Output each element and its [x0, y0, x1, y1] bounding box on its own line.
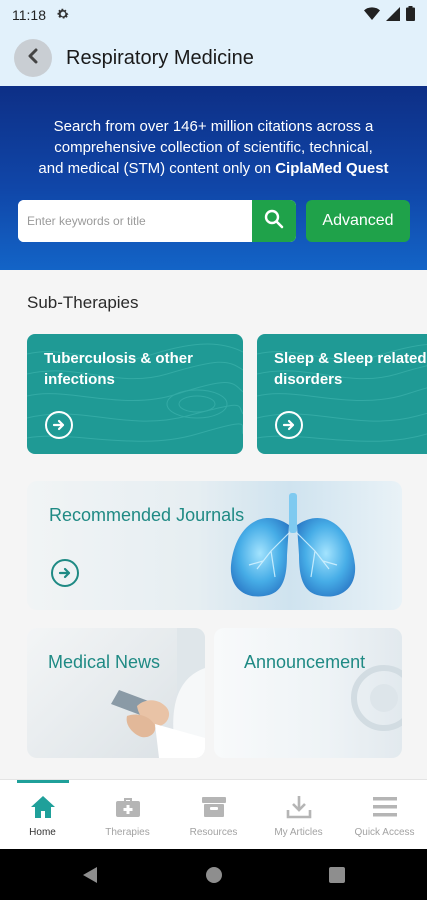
lungs-illustration: [230, 493, 356, 597]
tablet-hands-illustration: [111, 628, 205, 758]
nav-label: My Articles: [274, 827, 323, 838]
nav-label: Therapies: [105, 827, 150, 838]
nav-item-therapies[interactable]: Therapies: [85, 780, 170, 850]
search-input[interactable]: [18, 200, 252, 242]
hero-line-1: Search from over 146+ million citations …: [53, 118, 374, 135]
sub-therapies-carousel[interactable]: Tuberculosis & other infections Sleep & …: [27, 334, 427, 456]
chevron-left-icon: [26, 48, 40, 69]
archive-box-icon: [201, 793, 227, 821]
menu-icon: [372, 793, 398, 821]
announcement-card[interactable]: Announcement: [214, 628, 402, 758]
arrow-right-circle-icon[interactable]: [51, 559, 79, 587]
medical-news-label: Medical News: [48, 652, 161, 672]
medical-bag-icon: [115, 793, 141, 821]
page-title: Respiratory Medicine: [66, 46, 254, 69]
settings-gear-icon: [56, 7, 70, 24]
nav-item-home[interactable]: Home: [0, 780, 85, 850]
therapy-card-tuberculosis[interactable]: Tuberculosis & other infections: [27, 334, 243, 454]
hero-line-3-text: and medical (STM) content only on: [38, 160, 276, 177]
search-box: [18, 200, 296, 242]
arrow-right-circle-icon[interactable]: [45, 411, 73, 439]
nav-label: Quick Access: [354, 827, 415, 838]
download-icon: [286, 793, 312, 821]
back-triangle-icon[interactable]: [82, 866, 98, 889]
signal-icon: [386, 6, 400, 24]
nav-label: Resources: [189, 827, 238, 838]
recommended-journals-card[interactable]: Recommended Journals: [27, 481, 402, 610]
arrow-right-circle-icon[interactable]: [275, 411, 303, 439]
medical-news-card[interactable]: Medical News: [27, 628, 205, 758]
nav-label: Home: [29, 827, 56, 838]
announcement-illustration: [351, 665, 402, 731]
back-button[interactable]: [14, 39, 52, 77]
brand-name: CiplaMed Quest: [275, 160, 389, 177]
home-circle-icon[interactable]: [205, 866, 223, 889]
nav-item-quick-access[interactable]: Quick Access: [342, 780, 427, 850]
search-icon: [264, 209, 284, 234]
hero-line-3: and medical (STM) content only on CiplaM…: [20, 158, 407, 179]
hero-line-2: comprehensive collection of scientific, …: [54, 139, 373, 156]
bottom-navigation: Home Therapies Resources My Articles Qui…: [0, 779, 427, 849]
system-navigation-bar: [0, 849, 427, 900]
nav-item-resources[interactable]: Resources: [171, 780, 256, 850]
home-icon: [30, 793, 56, 821]
battery-icon: [406, 6, 415, 24]
recommended-journals-label: Recommended Journals: [49, 505, 245, 525]
app-bar: Respiratory Medicine: [0, 30, 427, 86]
recents-square-icon[interactable]: [329, 867, 345, 888]
hero-description: Search from over 146+ million citations …: [20, 116, 407, 179]
status-time: 11:18: [12, 7, 46, 23]
therapy-card-label: Tuberculosis & other infections: [44, 350, 193, 388]
therapy-card-label: Sleep & Sleep related disorders: [274, 350, 427, 388]
wifi-icon: [364, 6, 380, 24]
sub-therapies-title: Sub-Therapies: [27, 293, 139, 312]
therapy-card-sleep[interactable]: Sleep & Sleep related disorders: [257, 334, 427, 454]
search-button[interactable]: [252, 200, 296, 242]
announcement-label: Announcement: [244, 652, 366, 672]
advanced-search-button[interactable]: Advanced: [306, 200, 410, 242]
search-hero: Search from over 146+ million citations …: [0, 86, 427, 270]
status-bar: 11:18: [0, 0, 427, 30]
nav-item-my-articles[interactable]: My Articles: [256, 780, 341, 850]
